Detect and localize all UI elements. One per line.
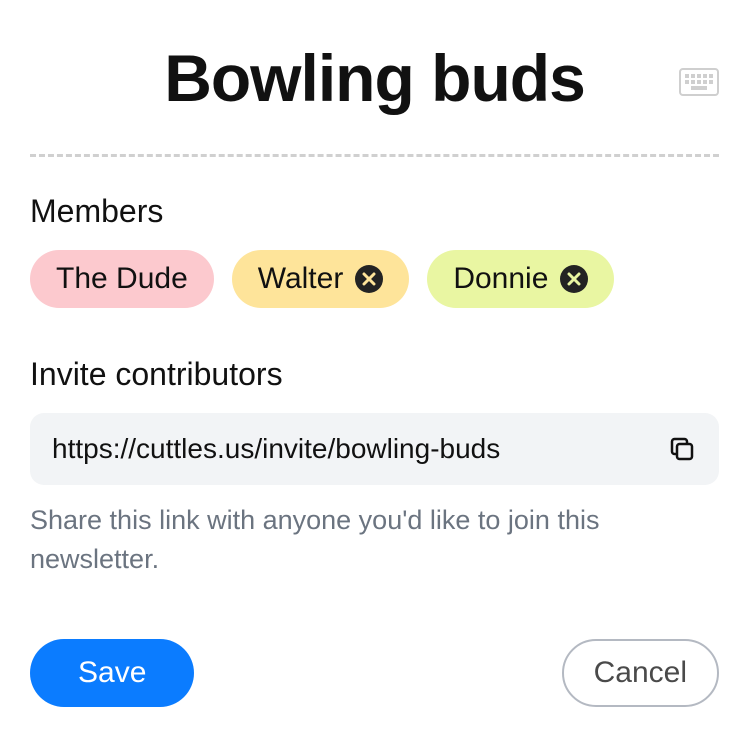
member-chip[interactable]: Walter bbox=[232, 250, 410, 308]
invite-label: Invite contributors bbox=[30, 356, 719, 393]
invite-url[interactable]: https://cuttles.us/invite/bowling-buds bbox=[52, 433, 500, 465]
invite-helper-text: Share this link with anyone you'd like t… bbox=[30, 501, 719, 579]
save-button[interactable]: Save bbox=[30, 639, 194, 707]
invite-link-box: https://cuttles.us/invite/bowling-buds bbox=[30, 413, 719, 485]
divider bbox=[30, 154, 719, 157]
remove-member-icon[interactable] bbox=[560, 265, 588, 293]
member-chip-label: The Dude bbox=[56, 262, 188, 296]
cancel-button[interactable]: Cancel bbox=[562, 639, 719, 707]
member-chip-label: Donnie bbox=[453, 262, 548, 296]
member-chip-label: Walter bbox=[258, 262, 344, 296]
page-title: Bowling buds bbox=[164, 40, 585, 116]
remove-member-icon[interactable] bbox=[355, 265, 383, 293]
keyboard-icon[interactable] bbox=[679, 68, 719, 96]
members-chips: The Dude Walter Donnie bbox=[30, 250, 719, 308]
member-chip[interactable]: The Dude bbox=[30, 250, 214, 308]
action-buttons: Save Cancel bbox=[30, 639, 719, 707]
copy-link-button[interactable] bbox=[667, 434, 697, 464]
member-chip[interactable]: Donnie bbox=[427, 250, 614, 308]
members-label: Members bbox=[30, 193, 719, 230]
